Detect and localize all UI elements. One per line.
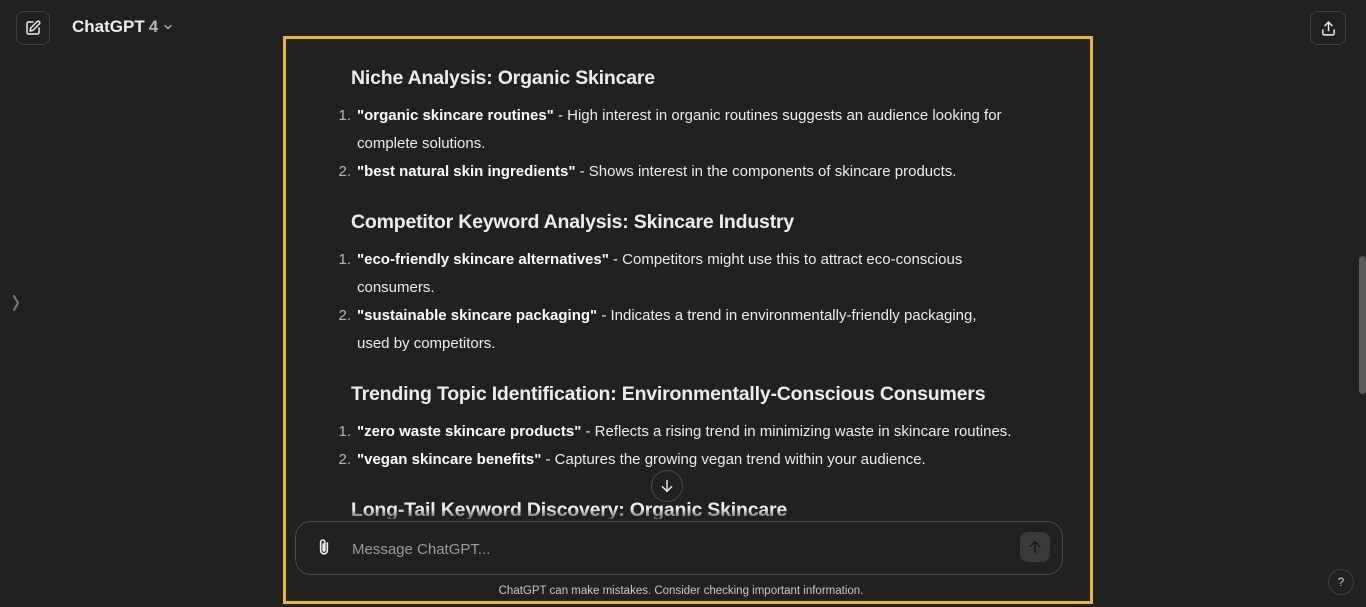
keyword-description: - High interest in organic routines sugg…	[553, 107, 1002, 124]
share-button[interactable]	[1310, 11, 1346, 45]
disclaimer-text: ChatGPT can make mistakes. Consider chec…	[498, 585, 864, 597]
keyword-description: - Indicates a trend in environmentally-f…	[597, 307, 977, 324]
list-number: 2.	[338, 307, 351, 324]
list-item-body: "sustainable skincare packaging" - Indic…	[357, 302, 1047, 358]
section-heading: Competitor Keyword Analysis: Skincare In…	[351, 211, 795, 233]
section-heading: Niche Analysis: Organic Skincare	[351, 67, 655, 89]
keyword-description: - Shows interest in the components of sk…	[575, 163, 957, 180]
chat-app: ChatGPT 4 Niche Analysis: Organic Skinca…	[0, 0, 1366, 607]
new-chat-button[interactable]	[16, 11, 50, 45]
list-item-body: "organic skincare routines" - High inter…	[357, 102, 1047, 158]
sidebar-toggle[interactable]	[8, 290, 24, 316]
message-input[interactable]	[350, 534, 1004, 564]
list-number: 1.	[338, 423, 351, 440]
paperclip-icon	[319, 539, 329, 555]
section-heading: Trending Topic Identification: Environme…	[351, 383, 986, 405]
help-button[interactable]: ?	[1328, 569, 1354, 595]
list-item-body: "zero waste skincare products" - Reflect…	[357, 418, 1047, 446]
send-button[interactable]	[1020, 532, 1050, 562]
scroll-to-bottom-button[interactable]	[651, 470, 683, 502]
attach-button[interactable]	[312, 536, 336, 560]
sidebar-toggle-icon	[13, 295, 20, 311]
list-item-body: "vegan skincare benefits" - Captures the…	[357, 446, 1047, 474]
highlight-frame: Niche Analysis: Organic Skincare 1. "org…	[283, 36, 1093, 604]
scrollbar-thumb[interactable]	[1359, 256, 1366, 394]
keyword-description-continued: consumers.	[357, 279, 435, 296]
model-name: ChatGPT	[72, 17, 145, 36]
list-number: 1.	[338, 107, 351, 124]
list-number: 1.	[338, 251, 351, 268]
model-switcher[interactable]: ChatGPT 4	[72, 17, 174, 37]
keyword-description-continued: complete solutions.	[357, 135, 486, 152]
keyword: "zero waste skincare products"	[357, 423, 582, 440]
keyword: "sustainable skincare packaging"	[357, 307, 598, 324]
list-number: 2.	[338, 163, 351, 180]
chevron-down-icon	[164, 24, 172, 30]
message-composer	[295, 521, 1063, 575]
arrow-up-icon	[1029, 540, 1041, 554]
conversation-area: Niche Analysis: Organic Skincare 1. "org…	[286, 39, 1090, 519]
keyword-description-continued: used by competitors.	[357, 335, 496, 352]
list-number: 2.	[338, 451, 351, 468]
list-item-body: "eco-friendly skincare alternatives" - C…	[357, 246, 1047, 302]
model-version: 4	[148, 17, 159, 36]
keyword-description: - Captures the growing vegan trend withi…	[541, 451, 926, 468]
keyword-description: - Competitors might use this to attract …	[608, 251, 963, 268]
list-item-body: "best natural skin ingredients" - Shows …	[357, 158, 1047, 186]
keyword: "eco-friendly skincare alternatives"	[357, 251, 609, 268]
arrow-down-icon	[661, 479, 673, 493]
share-icon	[1321, 20, 1335, 36]
keyword: "best natural skin ingredients"	[357, 163, 576, 180]
keyword: "organic skincare routines"	[357, 107, 554, 124]
keyword: "vegan skincare benefits"	[357, 451, 542, 468]
keyword-description: - Reflects a rising trend in minimizing …	[581, 423, 1012, 440]
new-chat-icon	[26, 20, 41, 35]
